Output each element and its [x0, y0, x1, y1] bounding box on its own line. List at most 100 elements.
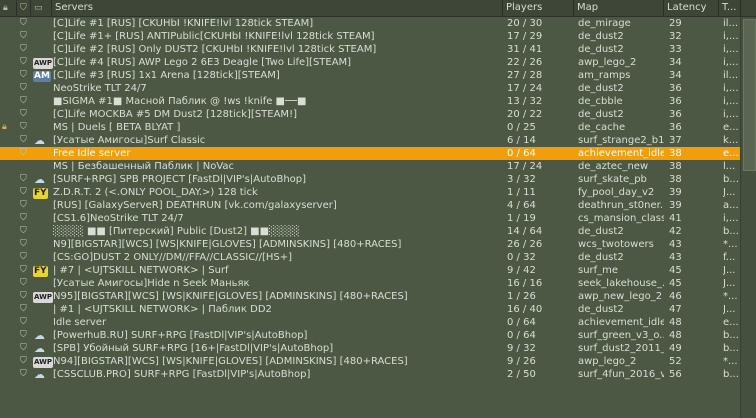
- server-row[interactable]: ⛉ [CS1.6]NeoStrike TLT 24/7 1 / 19 cs_mansi…: [0, 212, 740, 225]
- vertical-scrollbar[interactable]: [740, 17, 756, 418]
- lock-cell: [2, 56, 14, 69]
- server-row[interactable]: ⛉ [RUS] [GalaxyServeR] DEATHRUN [vk.com/g…: [0, 199, 740, 212]
- server-row[interactable]: ⛉ NeoStrike TLT 24/7 17 / 24 de_dust2 36 i,..…: [0, 82, 740, 95]
- latency-value: 37: [669, 135, 682, 146]
- server-row[interactable]: ⛉ [CS:GO]DUST 2 ONLY//DM//FFA//CLASSIC//[…: [0, 251, 740, 264]
- server-row[interactable]: ⛉ AWP N94][BIGSTAR][WCS] [WS|KNIFE|GLOVES]…: [0, 355, 740, 368]
- server-row[interactable]: ⛉ AM [C]Life #3 [RUS] 1x1 Arena [128tick][…: [0, 69, 740, 82]
- player-count: 4 / 64: [507, 200, 536, 211]
- player-count: 20 / 30: [507, 18, 543, 29]
- vac-cell: ⛉: [20, 238, 30, 251]
- lock-cell: [2, 238, 14, 251]
- tags-value: i,...: [723, 213, 739, 224]
- map-name: de_dust2: [578, 304, 624, 315]
- server-name: [C]Life MOCKBA #5 DM Dust2 [128tick][STE…: [53, 109, 297, 120]
- map-name: am_ramps: [578, 70, 631, 81]
- tags-column-header[interactable]: T...: [719, 0, 741, 16]
- column-header: 🔒︎ ⛉ ▭ Servers Players Map Latency T...: [0, 0, 756, 17]
- badge-cell: ☁: [33, 368, 53, 381]
- latency-value: 48: [669, 317, 682, 328]
- latency-column-header[interactable]: Latency: [664, 0, 719, 16]
- server-row[interactable]: ⛉ [C]Life MOCKBA #5 DM Dust2 [128tick][ST…: [0, 108, 740, 121]
- tags-value: b...: [723, 343, 739, 354]
- map-name: de_dust2: [578, 83, 624, 94]
- server-row[interactable]: ⛉ AWP [C]Life #4 [RUS] AWP Lego 2 6E3 Deag…: [0, 56, 740, 69]
- lock-cell: [2, 277, 14, 290]
- shield-icon: ⛉: [20, 148, 27, 158]
- shield-icon: ⛉: [20, 252, 27, 262]
- badge-cell: FY: [33, 186, 53, 199]
- tags-value: i,...: [723, 96, 739, 107]
- latency-value: 43: [669, 239, 682, 250]
- server-row[interactable]: ⛉ N9][BIGSTAR][WCS] [WS|KNIFE|GLOVES] [AD…: [0, 238, 740, 251]
- server-row[interactable]: ⛉ Free Idle server 0 / 64 achievement_idle.…: [0, 147, 740, 160]
- badge-column-header[interactable]: ▭: [31, 0, 52, 16]
- player-count: 0 / 64: [507, 330, 536, 341]
- tags-value: i,...: [723, 31, 739, 42]
- latency-value: 32: [669, 31, 682, 42]
- latency-value: 39: [669, 200, 682, 211]
- server-row[interactable]: ⛉ Idle server 0 / 64 achievement_idle... 48 e…: [0, 316, 740, 329]
- lock-cell: [2, 303, 14, 316]
- player-count: 1 / 26: [507, 291, 536, 302]
- tags-value: b...: [723, 330, 739, 341]
- server-row[interactable]: ⛉ [Усатые Амигосы]Hide n Seek Маньяк 16 / …: [0, 277, 740, 290]
- am-badge-icon: AM: [33, 71, 51, 82]
- map-name: awp_lego_2: [578, 57, 637, 68]
- map-name: fy_pool_day_v2: [578, 187, 655, 198]
- server-row[interactable]: ⛉ ☁ [CSSCLUB.PRO] SURF+RPG [FastDl|VIP's|A…: [0, 368, 740, 381]
- vac-column-header[interactable]: ⛉: [17, 0, 31, 16]
- shield-icon: ⛉: [20, 304, 27, 314]
- player-count: 26 / 26: [507, 239, 543, 250]
- server-row[interactable]: ⛉ [C]Life #1 [RUS] [CKUHbI !KNIFE!lvl 128…: [0, 17, 740, 30]
- server-row[interactable]: ⛉ AWP N95][BIGSTAR][WCS] [WS|KNIFE|GLOVES]…: [0, 290, 740, 303]
- server-row[interactable]: MS | Безбашенный Паблик | NoVac 17 / 24 de…: [0, 160, 740, 173]
- server-row[interactable]: ⛉ ☁ [SURF+RPG] SPB PROJECT [FastDl|VIP's|A…: [0, 173, 740, 186]
- lock-column-header[interactable]: 🔒︎: [0, 0, 17, 16]
- player-count: 17 / 24: [507, 83, 543, 94]
- server-row[interactable]: ⛉ [C]Life #2 [RUS] Only DUST2 [CKUHbI !KN…: [0, 43, 740, 56]
- map-column-header[interactable]: Map: [574, 0, 664, 16]
- players-column-header[interactable]: Players: [503, 0, 574, 16]
- tags-value: a...: [723, 200, 739, 211]
- awp-badge-icon: AWP: [33, 292, 53, 303]
- lock-cell: [2, 17, 14, 30]
- badge-cell: ☁: [33, 329, 53, 342]
- server-name: [SURF+RPG] SPB PROJECT [FastDl|VIP's|Aut…: [53, 174, 307, 185]
- server-row[interactable]: ⛉ ■SIGMA #1■ Масной Паблик @ !ws !knife ■…: [0, 95, 740, 108]
- shield-icon: ⛉: [20, 330, 27, 340]
- server-row[interactable]: ⛉ ☁ [PowerhuB.RU] SURF+RPG [FastDl|VIP's|A…: [0, 329, 740, 342]
- map-name: awp_new_lego_2: [578, 291, 663, 302]
- server-row[interactable]: ⛉ FY | #7 | <UJTSKILL NETWORK> | Surf 9 / 4…: [0, 264, 740, 277]
- cloud-badge-icon: ☁: [34, 368, 45, 381]
- server-row[interactable]: ⛉ FY Z.D.R.T. 2 (<.ONLY POOL_DAY.>) 128 ti…: [0, 186, 740, 199]
- lock-icon: 🔒︎: [2, 122, 7, 132]
- player-count: 3 / 32: [507, 174, 536, 185]
- scrollbar-thumb[interactable]: [743, 19, 756, 171]
- shield-icon: ⛉: [20, 265, 27, 275]
- server-row[interactable]: ⛉ ☁ [SPB] Убойный SURF+RPG [16+|FastDl|VIP…: [0, 342, 740, 355]
- vac-cell: ⛉: [20, 95, 30, 108]
- badge-cell: [33, 212, 53, 225]
- latency-value: 45: [669, 278, 682, 289]
- shield-icon: ⛉: [20, 343, 27, 353]
- servers-column-header[interactable]: Servers: [52, 0, 503, 16]
- server-row[interactable]: ⛉ ░░░░ ■■ [Питерский] Public [Dust2] ■■░░…: [0, 225, 740, 238]
- tags-value: b...: [723, 174, 739, 185]
- server-row[interactable]: ⛉ [C]Life #1+ [RUS] ANTIPublic[CKUHbI !KN…: [0, 30, 740, 43]
- server-row[interactable]: ⛉ | #1 | <UJTSKILL NETWORK> | Паблик DD2 1…: [0, 303, 740, 316]
- badge-cell: [33, 225, 53, 238]
- server-row[interactable]: 🔒︎ ⛉ MS | Duels [ BETA BLYAT ] 0 / 25 de_cac…: [0, 121, 740, 134]
- server-row[interactable]: ⛉ ☁ [Усатые Амигосы]Surf Classic 6 / 14 surf…: [0, 134, 740, 147]
- shield-icon: ⛉: [20, 239, 27, 249]
- server-name: N9][BIGSTAR][WCS] [WS|KNIFE|GLOVES] [ADM…: [53, 239, 402, 250]
- latency-value: 56: [669, 369, 682, 380]
- badge-cell: [33, 316, 53, 329]
- badge-cell: [33, 251, 53, 264]
- player-count: 6 / 14: [507, 135, 536, 146]
- lock-cell: [2, 355, 14, 368]
- shield-icon: ⛉: [20, 96, 27, 106]
- badge-cell: [33, 147, 53, 160]
- vac-cell: ⛉: [20, 108, 30, 121]
- map-name: awp_lego_2: [578, 356, 637, 367]
